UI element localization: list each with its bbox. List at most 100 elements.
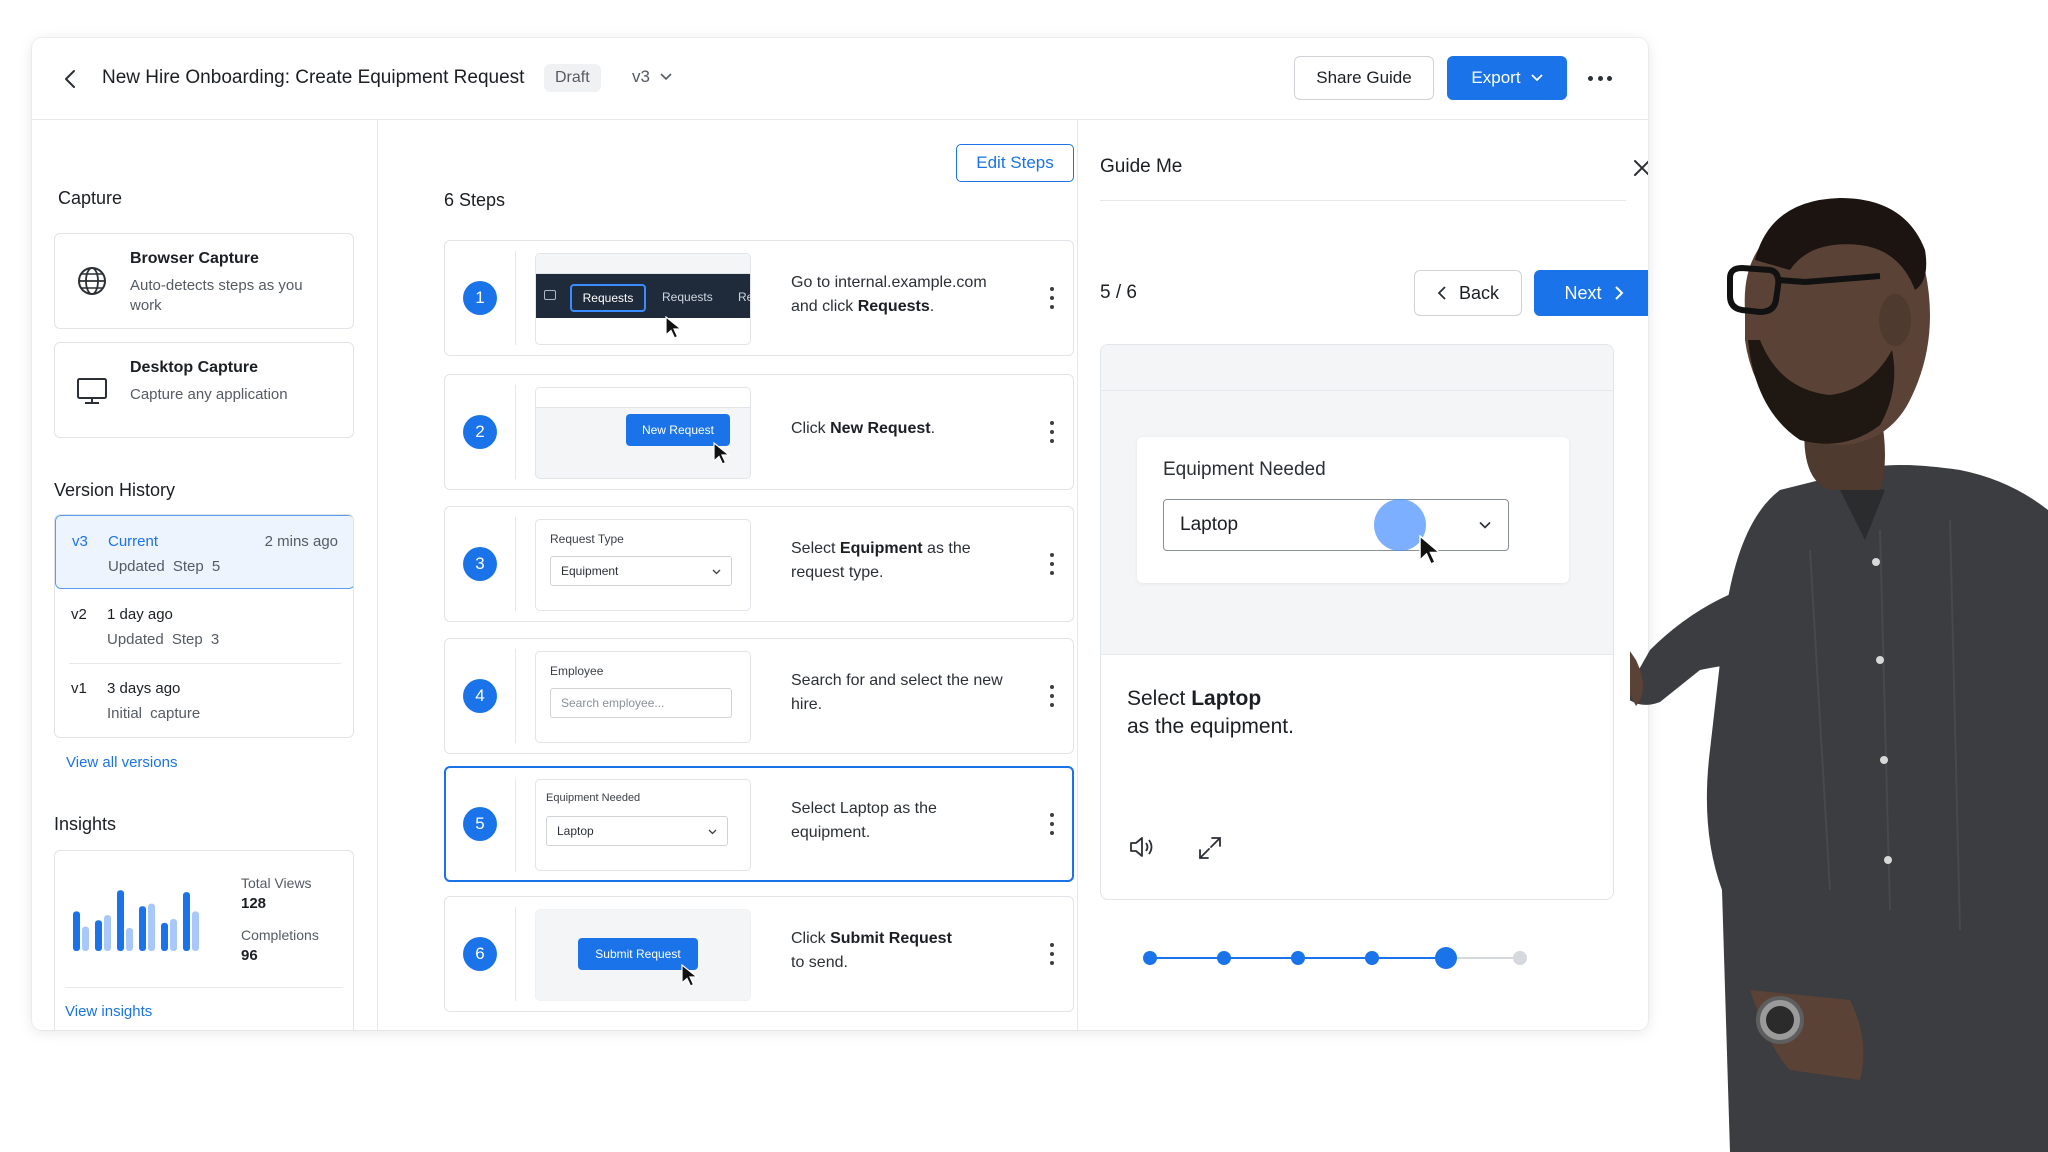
views-bar <box>73 911 80 951</box>
version-name: 3 days ago <box>107 680 181 697</box>
version-row-v1[interactable]: v1 3 days ago Initial capture <box>55 663 353 737</box>
step-description: Click New Request. <box>791 420 936 437</box>
version-row-v2[interactable]: v2 1 day ago Updated Step 3 <box>55 589 353 663</box>
app-window: New Hire Onboarding: Create Equipment Re… <box>32 38 1648 1030</box>
cursor-icon <box>1419 535 1442 566</box>
step-number: 5 <box>463 807 497 841</box>
step-card-4[interactable]: 4 Employee Search employee... Search for… <box>444 638 1074 754</box>
version-select[interactable]: v3 <box>632 67 672 87</box>
divider <box>65 987 343 988</box>
completions-bar <box>104 915 111 951</box>
volume-icon[interactable] <box>1127 833 1155 861</box>
step-menu-icon[interactable] <box>1049 813 1055 835</box>
progress-dot-3[interactable] <box>1291 951 1305 965</box>
step-number: 4 <box>463 679 497 713</box>
step-thumbnail: Requests Requests Re <box>535 253 751 345</box>
capture-name: Browser Capture <box>130 250 259 267</box>
desktop-capture-card[interactable]: Desktop Capture Capture any application <box>54 342 354 438</box>
step-menu-icon[interactable] <box>1049 553 1055 575</box>
request-type-label: Request Type <box>550 532 624 546</box>
step-card-3[interactable]: 3 Request Type Equipment Select Equipmen… <box>444 506 1074 622</box>
equipment-select[interactable]: Laptop <box>1163 499 1509 551</box>
employee-label: Employee <box>550 664 604 678</box>
back-button[interactable]: Back <box>1414 270 1522 316</box>
version-history-title: Version History <box>54 480 176 500</box>
progress-dot-4[interactable] <box>1365 951 1379 965</box>
progress-dot-2[interactable] <box>1217 951 1231 965</box>
share-guide-button[interactable]: Share Guide <box>1294 56 1434 100</box>
chevron-down-icon <box>1530 74 1543 82</box>
browser-bar <box>536 388 750 408</box>
step-menu-icon[interactable] <box>1049 287 1055 309</box>
export-label: Export <box>1471 68 1521 87</box>
step-card-1[interactable]: 1 Requests Requests Re Go to internal.ex… <box>444 240 1074 356</box>
step-number: 3 <box>463 547 497 581</box>
next-label: Next <box>1564 282 1602 303</box>
equipment-needed-label: Equipment Needed <box>546 792 641 804</box>
progress-dot-5[interactable] <box>1435 947 1457 969</box>
total-views-value: 128 <box>241 895 267 912</box>
version-number: v1 <box>71 680 87 697</box>
expand-icon[interactable] <box>1197 835 1223 861</box>
progress-dot-6[interactable] <box>1513 951 1527 965</box>
browser-capture-card[interactable]: Browser Capture Auto-detects steps as yo… <box>54 233 354 329</box>
views-bar <box>95 920 102 951</box>
capture-name: Desktop Capture <box>130 359 259 376</box>
completions-bar <box>126 927 133 951</box>
step-thumbnail: Request Type Equipment <box>535 519 751 611</box>
step-thumbnail: Employee Search employee... <box>535 651 751 743</box>
steps-count: 6 Steps <box>444 190 506 210</box>
version-name: 1 day ago <box>107 606 173 623</box>
completions-bar <box>148 903 155 951</box>
version-time: 2 mins ago <box>264 533 338 550</box>
stage: New Hire Onboarding: Create Equipment Re… <box>0 0 2048 1152</box>
step-menu-icon[interactable] <box>1049 421 1055 443</box>
capture-desc: Auto-detects steps as you work <box>130 277 303 314</box>
requests-tab-cut: Re <box>738 290 750 304</box>
version-label: v3 <box>632 67 650 86</box>
step-description: Search for and select the new hire. <box>791 672 1003 713</box>
step-card-6[interactable]: 6 Submit Request Click Submit Request to… <box>444 896 1074 1012</box>
request-type-field: Equipment <box>550 556 732 586</box>
presenter-figure <box>1630 198 2048 1152</box>
view-insights-link[interactable]: View insights <box>65 1003 152 1020</box>
edit-steps-button[interactable]: Edit Steps <box>956 144 1074 182</box>
page-title: New Hire Onboarding: Create Equipment Re… <box>102 67 525 88</box>
views-bar <box>161 922 168 951</box>
step-menu-icon[interactable] <box>1049 685 1055 707</box>
views-bar <box>183 892 190 951</box>
globe-icon <box>78 267 106 295</box>
view-all-versions-link[interactable]: View all versions <box>66 754 177 771</box>
chevron-down-icon <box>712 569 721 575</box>
left-sidebar: Capture Browser Capture Auto-detects ste… <box>32 120 378 1030</box>
export-button[interactable]: Export <box>1447 56 1567 100</box>
status-badge: Draft <box>544 64 601 92</box>
monitor-icon <box>77 378 107 404</box>
chevron-right-icon <box>1614 286 1623 300</box>
back-arrow-icon[interactable] <box>58 66 84 92</box>
step-number: 1 <box>463 281 497 315</box>
step-thumbnail: Submit Request <box>535 909 751 1001</box>
progress-dot-1[interactable] <box>1143 951 1157 965</box>
divider <box>515 385 516 479</box>
step-card-2[interactable]: 2 New Request Click New Request. <box>444 374 1074 490</box>
version-name: Current <box>108 533 159 550</box>
step-thumbnail: New Request <box>535 387 751 479</box>
browser-bar <box>536 254 750 274</box>
more-options-icon[interactable] <box>1585 66 1615 90</box>
total-views-label: Total Views <box>241 875 312 891</box>
step-description: Select Equipment as the request type. <box>791 540 971 581</box>
close-icon[interactable] <box>1632 158 1648 178</box>
divider <box>515 907 516 1001</box>
step-number: 2 <box>463 415 497 449</box>
equipment-form-panel: Equipment Needed Laptop <box>1137 437 1569 583</box>
version-row-v3[interactable]: v3 Current 2 mins ago Updated Step 5 <box>55 515 353 589</box>
completions-value: 96 <box>241 947 258 964</box>
step-card-5[interactable]: 5 Equipment Needed Laptop Select Laptop … <box>444 766 1074 882</box>
step-menu-icon[interactable] <box>1049 943 1055 965</box>
step-description: Click Submit Request to send. <box>791 930 952 971</box>
divider <box>515 517 516 611</box>
completions-bar <box>82 926 89 951</box>
equipment-field: Laptop <box>546 816 728 846</box>
version-sub: Initial capture <box>107 705 201 722</box>
